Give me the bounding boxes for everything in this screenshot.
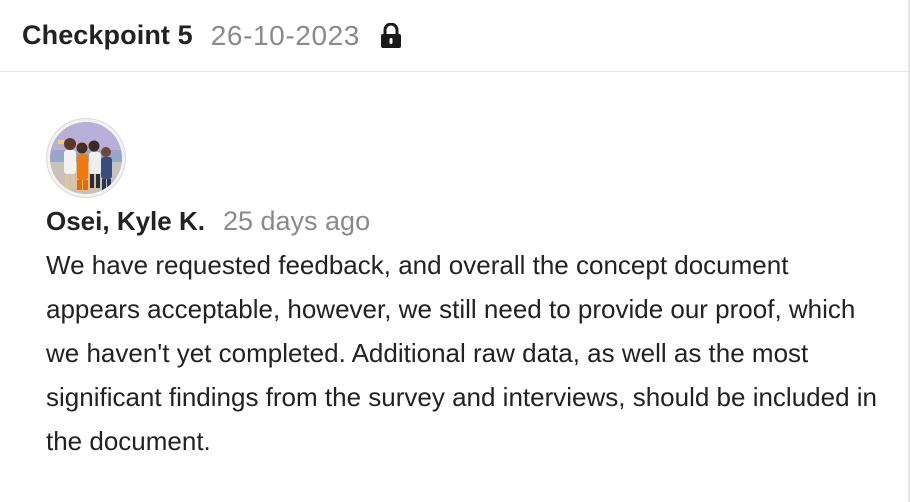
checkpoint-panel: Checkpoint 5 26-10-2023 Osei, Kyle K. 25… [0,0,910,502]
comment-text: We have requested feedback, and overall … [46,250,878,456]
checkpoint-title: Checkpoint 5 [22,20,193,50]
comment-meta: Osei, Kyle K. 25 days ago [46,206,896,237]
comment-time: 25 days ago [222,206,371,236]
lock-icon [380,22,402,49]
comment: Osei, Kyle K. 25 days ago We have reques… [46,118,896,463]
checkpoint-date: 26-10-2023 [210,19,360,51]
comment-author[interactable]: Osei, Kyle K. [46,206,205,237]
checkpoint-header: Checkpoint 5 26-10-2023 [0,0,908,72]
avatar[interactable] [46,118,126,198]
